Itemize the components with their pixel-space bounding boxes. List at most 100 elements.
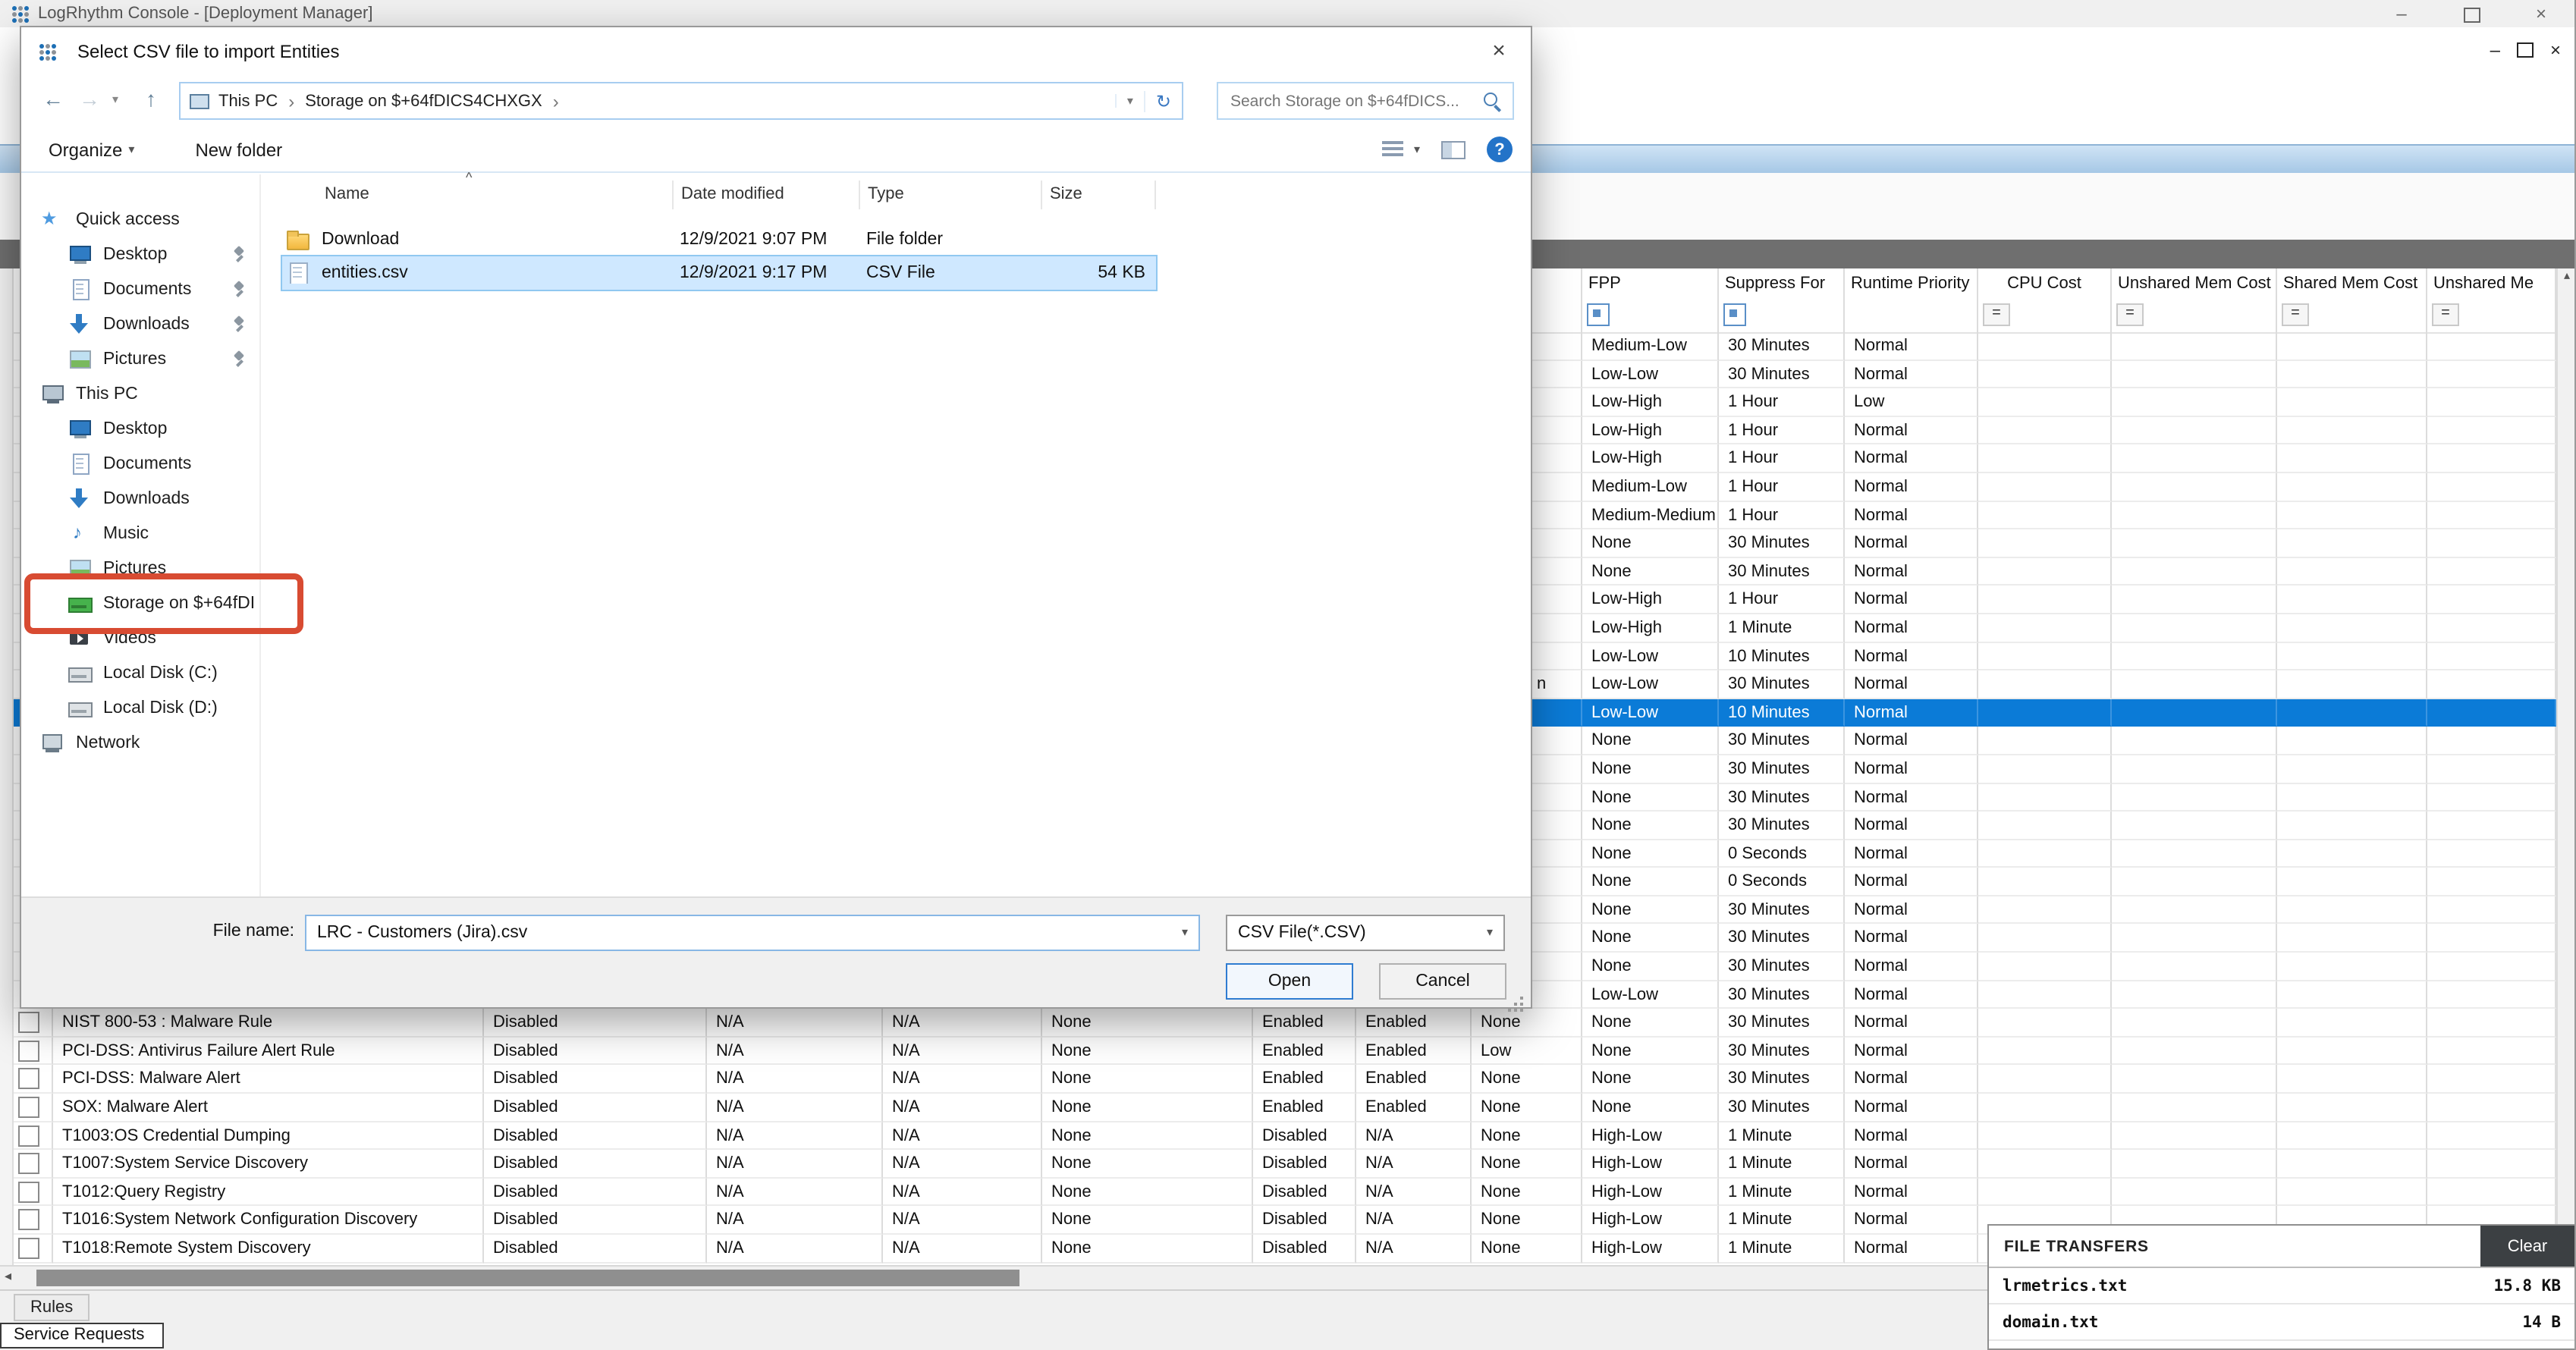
chevron-icon[interactable]: › bbox=[288, 90, 294, 111]
column-header-unshared-me[interactable]: Unshared Me bbox=[2427, 268, 2556, 300]
dialog-sidebar: Quick access Desktop Documents Downloads… bbox=[21, 174, 259, 896]
organize-button[interactable]: Organize bbox=[49, 139, 122, 160]
sidebar-item[interactable]: Local Disk (D:) bbox=[21, 690, 259, 725]
row-checkbox[interactable] bbox=[18, 1153, 39, 1174]
cell-fpp: None bbox=[1582, 812, 1719, 840]
column-header-name[interactable]: Name bbox=[285, 181, 674, 209]
column-header-suppress-for[interactable]: Suppress For bbox=[1719, 268, 1845, 300]
breadcrumb-this-pc[interactable]: This PC bbox=[218, 92, 278, 110]
mdi-minimize-button[interactable]: – bbox=[2490, 39, 2500, 61]
row-checkbox[interactable] bbox=[18, 1182, 39, 1203]
cell-suppress-for: 30 Minutes bbox=[1719, 783, 1845, 812]
cell-fpp: None bbox=[1582, 727, 1719, 755]
dialog-close-button[interactable]: × bbox=[1485, 38, 1513, 64]
fpp-filter-icon[interactable] bbox=[1587, 303, 1610, 325]
address-dropdown-icon[interactable]: ▾ bbox=[1115, 94, 1144, 108]
column-header-date-modified[interactable]: Date modified bbox=[674, 181, 860, 209]
unshared-me-filter-equals-icon[interactable]: = bbox=[2432, 303, 2459, 325]
cpu-filter-equals-icon[interactable]: = bbox=[1983, 303, 2010, 325]
column-header-shared-mem-cost[interactable]: Shared Mem Cost bbox=[2277, 268, 2427, 300]
table-row[interactable]: NIST 800-53 : Malware RuleDisabledN/AN/A… bbox=[14, 1009, 2556, 1038]
change-view-button[interactable]: ▾ bbox=[1382, 140, 1420, 159]
window-minimize-button[interactable]: – bbox=[2367, 0, 2436, 27]
column-header-cpu-cost[interactable]: CPU Cost bbox=[1978, 268, 2112, 300]
table-row[interactable]: PCI-DSS: Malware AlertDisabledN/AN/ANone… bbox=[14, 1066, 2556, 1094]
sidebar-item[interactable]: Documents bbox=[21, 446, 259, 481]
breadcrumb-folder[interactable]: Storage on $+64fDICS4CHXGX bbox=[305, 92, 542, 110]
tab-service-requests[interactable]: Service Requests bbox=[0, 1323, 164, 1348]
row-checkbox[interactable] bbox=[18, 1069, 39, 1090]
horizontal-scrollbar-thumb[interactable] bbox=[36, 1270, 1019, 1286]
column-header-unshared-mem-cost[interactable]: Unshared Mem Cost bbox=[2112, 268, 2277, 300]
row-checkbox[interactable] bbox=[18, 1097, 39, 1118]
cancel-button[interactable]: Cancel bbox=[1379, 963, 1506, 1000]
column-header-runtime-priority[interactable]: Runtime Priority bbox=[1845, 268, 1978, 300]
refresh-icon[interactable]: ↻ bbox=[1144, 90, 1182, 111]
sidebar-item[interactable]: Pictures bbox=[21, 341, 259, 376]
unshared-mem-filter-equals-icon[interactable]: = bbox=[2116, 303, 2144, 325]
sidebar-item[interactable]: Downloads bbox=[21, 306, 259, 341]
open-button[interactable]: Open bbox=[1226, 963, 1353, 1000]
file-list-rows: Download12/9/2021 9:07 PMFile folder ent… bbox=[282, 223, 1156, 290]
table-row[interactable]: PCI-DSS: Antivirus Failure Alert RuleDis… bbox=[14, 1038, 2556, 1066]
chevron-icon[interactable]: › bbox=[553, 90, 559, 111]
table-row[interactable]: T1003:OS Credential DumpingDisabledN/AN/… bbox=[14, 1122, 2556, 1150]
new-folder-button[interactable]: New folder bbox=[195, 139, 282, 160]
sidebar-item[interactable]: Documents bbox=[21, 272, 259, 306]
file-name-input[interactable]: LRC - Customers (Jira).csv▾ bbox=[305, 915, 1200, 951]
file-row[interactable]: entities.csv12/9/2021 9:17 PMCSV File54 … bbox=[282, 256, 1156, 290]
sidebar-item[interactable]: Desktop bbox=[21, 237, 259, 272]
forward-button[interactable]: → bbox=[79, 86, 100, 111]
address-bar[interactable]: This PC › Storage on $+64fDICS4CHXGX › ▾… bbox=[179, 82, 1183, 120]
mdi-restore-button[interactable] bbox=[2517, 42, 2534, 58]
row-checkbox[interactable] bbox=[18, 1238, 39, 1259]
help-button[interactable]: ? bbox=[1487, 137, 1513, 162]
sidebar-item[interactable]: Local Disk (C:) bbox=[21, 655, 259, 690]
file-type-select[interactable]: CSV File(*.CSV)▾ bbox=[1226, 915, 1505, 951]
preview-pane-icon[interactable] bbox=[1441, 140, 1465, 159]
sidebar-item[interactable]: Quick access bbox=[21, 202, 259, 237]
resize-grip[interactable] bbox=[1520, 997, 1523, 1000]
cell-fpp: Medium-Low bbox=[1582, 473, 1719, 501]
column-header-size[interactable]: Size bbox=[1042, 181, 1156, 209]
clear-button[interactable]: Clear bbox=[2480, 1226, 2574, 1267]
search-input[interactable] bbox=[1218, 83, 1513, 118]
vertical-scrollbar[interactable]: ▴ bbox=[2556, 268, 2576, 1224]
cell-suppress-for: 30 Minutes bbox=[1719, 670, 1845, 699]
column-header-fpp[interactable]: FPP bbox=[1582, 268, 1719, 300]
scroll-up-icon[interactable]: ▴ bbox=[2564, 268, 2570, 282]
search-box[interactable] bbox=[1217, 82, 1514, 120]
cell-suppress-for: 30 Minutes bbox=[1719, 981, 1845, 1009]
mdi-close-button[interactable]: × bbox=[2550, 39, 2561, 61]
column-header-type[interactable]: Type bbox=[860, 181, 1042, 209]
table-row[interactable]: T1007:System Service DiscoveryDisabledN/… bbox=[14, 1150, 2556, 1178]
table-row[interactable]: SOX: Malware AlertDisabledN/AN/ANoneEnab… bbox=[14, 1094, 2556, 1122]
shared-mem-filter-equals-icon[interactable]: = bbox=[2282, 303, 2309, 325]
table-row[interactable]: T1012:Query RegistryDisabledN/AN/ANoneDi… bbox=[14, 1179, 2556, 1207]
pin-icon bbox=[232, 315, 247, 333]
window-maximize-button[interactable] bbox=[2436, 0, 2506, 27]
sidebar-item[interactable]: Network bbox=[21, 725, 259, 760]
file-name-dropdown-icon[interactable]: ▾ bbox=[1182, 916, 1188, 950]
window-close-button[interactable]: × bbox=[2506, 0, 2576, 27]
sidebar-item[interactable]: Storage on $+64fDI bbox=[21, 586, 259, 620]
back-button[interactable]: ← bbox=[42, 86, 64, 111]
row-checkbox[interactable] bbox=[18, 1125, 39, 1146]
sidebar-item[interactable]: Desktop bbox=[21, 411, 259, 446]
row-checkbox[interactable] bbox=[18, 1210, 39, 1231]
sidebar-item[interactable]: Downloads bbox=[21, 481, 259, 516]
row-checkbox[interactable] bbox=[18, 1041, 39, 1062]
suppress-filter-icon[interactable] bbox=[1723, 303, 1746, 325]
scroll-left-icon[interactable]: ◂ bbox=[5, 1268, 11, 1285]
history-dropdown-icon[interactable]: ▾ bbox=[112, 93, 118, 106]
file-row[interactable]: Download12/9/2021 9:07 PMFile folder bbox=[282, 223, 1156, 256]
horizontal-scrollbar[interactable]: ◂ bbox=[0, 1265, 1987, 1289]
cell-suppress-for: 1 Hour bbox=[1719, 586, 1845, 614]
cell-runtime-priority: Normal bbox=[1845, 586, 1978, 614]
sidebar-item[interactable]: This PC bbox=[21, 376, 259, 411]
tab-rules[interactable]: Rules bbox=[14, 1294, 90, 1321]
sidebar-item[interactable]: Music bbox=[21, 516, 259, 551]
file-type-dropdown-icon[interactable]: ▾ bbox=[1487, 916, 1493, 950]
row-checkbox[interactable] bbox=[18, 1012, 39, 1034]
up-button[interactable]: ↑ bbox=[146, 86, 156, 111]
